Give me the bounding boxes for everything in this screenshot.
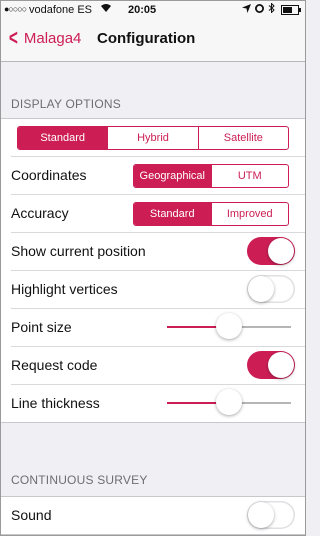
page-title: Configuration — [97, 30, 196, 47]
coordinates-label: Coordinates — [11, 167, 87, 183]
segment-accuracy-standard[interactable]: Standard — [134, 203, 211, 225]
battery-icon — [281, 4, 301, 15]
accuracy-segmented-control: Standard Improved — [133, 202, 289, 226]
section-header-continuous-survey: CONTINUOUS SURVEY — [11, 473, 148, 487]
app-frame: ●○○○○ vodafone ES 20:05 < Malaga4 Config… — [0, 0, 306, 536]
line-thickness-slider[interactable] — [167, 389, 291, 415]
request-code-label: Request code — [11, 357, 98, 373]
segment-accuracy-improved[interactable]: Improved — [210, 203, 289, 225]
accuracy-label: Accuracy — [11, 205, 69, 221]
show-current-position-label: Show current position — [11, 243, 146, 259]
location-arrow-icon — [242, 3, 251, 16]
coordinates-row: Coordinates Geographical UTM — [11, 157, 305, 195]
toggle-knob — [268, 352, 294, 378]
accuracy-row: Accuracy Standard Improved — [11, 195, 305, 233]
coordinates-segmented-control: Geographical UTM — [133, 164, 289, 188]
sound-row: Sound — [11, 497, 305, 534]
clock-time: 20:05 — [128, 4, 157, 16]
segment-utm[interactable]: UTM — [210, 165, 289, 187]
highlight-vertices-label: Highlight vertices — [11, 281, 118, 297]
toggle-knob — [248, 276, 274, 302]
segment-map-standard[interactable]: Standard — [18, 127, 108, 149]
navigation-bar: < Malaga4 Configuration — [1, 19, 305, 62]
toggle-knob — [248, 502, 274, 528]
bluetooth-icon — [268, 2, 275, 16]
request-code-toggle[interactable] — [247, 351, 295, 379]
show-current-position-row: Show current position — [11, 233, 305, 271]
map-type-row: Standard Hybrid Satellite — [11, 119, 305, 157]
show-current-position-toggle[interactable] — [247, 237, 295, 265]
chevron-left-icon: < — [8, 25, 18, 50]
carrier-name: vodafone ES — [29, 4, 92, 16]
sound-label: Sound — [11, 507, 52, 523]
alarm-lock-icon — [255, 3, 264, 16]
continuous-survey-group: Sound — [1, 496, 305, 535]
line-thickness-row: Line thickness — [11, 385, 305, 422]
point-size-slider[interactable] — [167, 313, 291, 339]
segment-geographical[interactable]: Geographical — [134, 165, 211, 187]
point-size-label: Point size — [11, 319, 72, 335]
toggle-knob — [268, 238, 294, 264]
point-size-row: Point size — [11, 309, 305, 347]
slider-thumb[interactable] — [216, 389, 242, 415]
slider-thumb[interactable] — [216, 313, 242, 339]
sound-toggle[interactable] — [247, 501, 295, 529]
highlight-vertices-row: Highlight vertices — [11, 271, 305, 309]
line-thickness-label: Line thickness — [11, 395, 100, 411]
segment-map-hybrid[interactable]: Hybrid — [107, 127, 197, 149]
signal-strength-icon: ●○○○○ — [4, 4, 27, 14]
segment-map-satellite[interactable]: Satellite — [197, 127, 288, 149]
highlight-vertices-toggle[interactable] — [247, 275, 295, 303]
map-type-segmented-control: Standard Hybrid Satellite — [17, 126, 289, 150]
back-button[interactable]: < Malaga4 — [7, 25, 82, 50]
status-bar: ●○○○○ vodafone ES 20:05 — [1, 1, 305, 19]
section-header-display-options: DISPLAY OPTIONS — [11, 97, 121, 111]
request-code-row: Request code — [11, 347, 305, 385]
back-button-label: Malaga4 — [23, 29, 82, 47]
display-options-group: Standard Hybrid Satellite Coordinates Ge… — [1, 118, 305, 423]
wifi-icon — [100, 3, 112, 16]
